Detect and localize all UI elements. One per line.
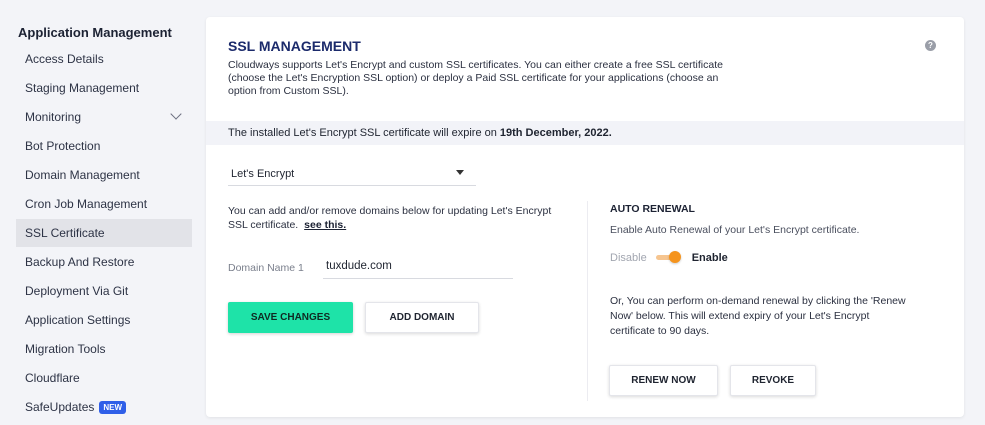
expiry-notice: The installed Let's Encrypt SSL certific… [206, 121, 964, 145]
sidebar-item-label: Migration Tools [25, 342, 106, 356]
renew-now-button[interactable]: RENEW NOW [609, 365, 718, 396]
save-changes-button[interactable]: SAVE CHANGES [228, 302, 353, 333]
auto-renewal-description: Enable Auto Renewal of your Let's Encryp… [610, 224, 860, 236]
sidebar-item-label: Cloudflare [25, 371, 80, 385]
sidebar-item-label: Staging Management [25, 81, 140, 95]
sidebar-item-access-details[interactable]: Access Details [16, 45, 192, 73]
ssl-management-card: SSL MANAGEMENT ? Cloudways supports Let'… [206, 17, 964, 417]
sidebar-heading: Application Management [18, 25, 172, 40]
auto-renewal-toggle[interactable] [655, 251, 682, 265]
sidebar-item-domain-management[interactable]: Domain Management [16, 161, 192, 189]
sidebar-item-ssl-certificate[interactable]: SSL Certificate [16, 219, 192, 247]
domains-help-text: You can add and/or remove domains below … [228, 204, 568, 232]
sidebar-item-label: SafeUpdates [25, 400, 95, 414]
new-badge: NEW [99, 400, 127, 414]
sidebar-item-backup-and-restore[interactable]: Backup And Restore [16, 248, 192, 276]
toggle-knob [668, 251, 681, 263]
sidebar-item-staging-management[interactable]: Staging Management [16, 74, 192, 102]
ssl-type-value: Let's Encrypt [231, 167, 295, 180]
renew-help-text: Or, You can perform on-demand renewal by… [610, 295, 906, 337]
sidebar: Application Management Access Details St… [0, 0, 192, 425]
disable-label: Disable [610, 252, 647, 264]
sidebar-item-label: Cron Job Management [25, 197, 148, 211]
sidebar-item-label: Access Details [25, 52, 104, 66]
chevron-down-icon [170, 108, 182, 120]
sidebar-item-label: Monitoring [25, 110, 82, 124]
enable-label: Enable [691, 252, 728, 264]
caret-down-icon [456, 170, 464, 175]
sidebar-item-cron-job-management[interactable]: Cron Job Management [16, 190, 192, 218]
sidebar-item-label: Domain Management [25, 168, 140, 182]
add-domain-button[interactable]: ADD DOMAIN [365, 302, 479, 333]
expiry-date: 19th December, 2022. [499, 127, 612, 139]
column-divider [587, 201, 588, 401]
sidebar-item-deployment-via-git[interactable]: Deployment Via Git [16, 277, 192, 305]
sidebar-item-label: SSL Certificate [25, 226, 105, 240]
page-title: SSL MANAGEMENT [228, 38, 361, 54]
sidebar-item-bot-protection[interactable]: Bot Protection [16, 132, 192, 160]
sidebar-item-label: Backup And Restore [25, 255, 135, 269]
ssl-description: Cloudways supports Let's Encrypt and cus… [228, 59, 723, 97]
sidebar-item-label: Application Settings [25, 313, 131, 327]
sidebar-item-migration-tools[interactable]: Migration Tools [16, 335, 192, 363]
sidebar-item-safeupdates[interactable]: SafeUpdates NEW [16, 393, 192, 421]
ssl-type-select[interactable]: Let's Encrypt [228, 162, 476, 186]
sidebar-item-application-settings[interactable]: Application Settings [16, 306, 192, 334]
auto-renewal-title: AUTO RENEWAL [610, 203, 695, 215]
sidebar-item-monitoring[interactable]: Monitoring [16, 103, 192, 131]
auto-renewal-toggle-row: Disable Enable [610, 250, 728, 266]
domain-name-input[interactable] [323, 253, 513, 279]
domains-help-label: You can add and/or remove domains below … [228, 205, 552, 231]
expiry-notice-text: The installed Let's Encrypt SSL certific… [228, 127, 497, 139]
sidebar-item-cloudflare[interactable]: Cloudflare [16, 364, 192, 392]
revoke-button[interactable]: REVOKE [730, 365, 816, 396]
sidebar-item-label: Bot Protection [25, 139, 101, 153]
help-icon[interactable]: ? [925, 40, 936, 51]
domain-name-label: Domain Name 1 [228, 262, 304, 274]
sidebar-item-label: Deployment Via Git [25, 284, 129, 298]
see-this-link[interactable]: see this. [304, 219, 346, 231]
